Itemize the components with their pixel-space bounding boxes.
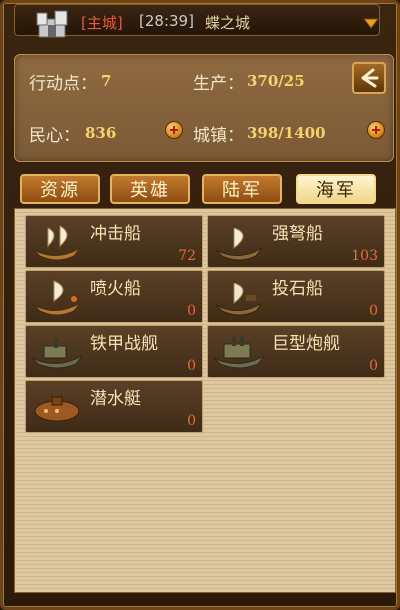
towns-plus-icon[interactable] <box>367 121 385 139</box>
ship-icon <box>33 224 81 261</box>
unit-count: 0 <box>369 303 378 319</box>
warship-icon <box>213 336 265 369</box>
ship-icon <box>215 226 263 261</box>
unit-card[interactable]: 巨型炮舰 0 <box>207 325 385 378</box>
unit-card[interactable]: 投石船 0 <box>207 270 385 323</box>
unit-count: 0 <box>187 303 196 319</box>
morale-value: 836 <box>85 124 117 142</box>
action-points-label: 行动点： <box>29 74 97 94</box>
unit-card[interactable]: 潜水艇 0 <box>25 380 203 433</box>
city-header[interactable]: [主城] [28:39] 蝶之城 <box>14 4 380 38</box>
tab-resources[interactable]: 资源 <box>20 174 100 204</box>
tab-heroes[interactable]: 英雄 <box>110 174 190 204</box>
unit-name: 强弩船 <box>272 224 323 244</box>
unit-count: 0 <box>187 358 196 374</box>
action-points-value: 7 <box>101 72 112 90</box>
city-name: 蝶之城 <box>205 14 251 32</box>
unit-count: 0 <box>369 358 378 374</box>
back-arrow-icon <box>361 68 379 88</box>
collapse-button[interactable] <box>352 62 386 94</box>
unit-name: 喷火船 <box>90 279 141 299</box>
unit-count: 72 <box>178 248 196 264</box>
unit-name: 潜水艇 <box>90 389 141 409</box>
city-timer: [28:39] <box>139 12 194 30</box>
ship-icon <box>33 279 81 316</box>
dropdown-arrow-icon[interactable] <box>363 17 379 29</box>
unit-card[interactable]: 强弩船 103 <box>207 215 385 268</box>
unit-list-area[interactable]: 冲击船 72 强弩船 103 喷火船 0 投石船 0 铁甲战舰 0 巨型炮舰 0… <box>14 208 396 593</box>
castle-icon <box>36 10 68 38</box>
unit-card[interactable]: 喷火船 0 <box>25 270 203 323</box>
city-stats-panel: 行动点： 7 生产： 370/25 民心： 836 城镇： 398/1400 <box>14 54 394 162</box>
submarine-icon <box>34 396 80 422</box>
unit-card[interactable]: 铁甲战舰 0 <box>25 325 203 378</box>
tab-army[interactable]: 陆军 <box>202 174 282 204</box>
unit-name: 投石船 <box>272 279 323 299</box>
unit-name: 巨型炮舰 <box>272 334 340 354</box>
tab-navy[interactable]: 海军 <box>296 174 376 204</box>
warship-icon <box>31 338 83 369</box>
unit-count: 103 <box>351 248 378 264</box>
unit-card[interactable]: 冲击船 72 <box>25 215 203 268</box>
unit-name: 铁甲战舰 <box>90 334 158 354</box>
unit-count: 0 <box>187 413 196 429</box>
morale-label: 民心： <box>29 126 80 146</box>
city-type-tag: [主城] <box>81 14 123 32</box>
production-value: 370/25 <box>247 72 305 90</box>
towns-label: 城镇： <box>193 126 244 146</box>
production-label: 生产： <box>193 74 244 94</box>
morale-plus-icon[interactable] <box>165 121 183 139</box>
ship-icon <box>215 281 263 316</box>
unit-name: 冲击船 <box>90 224 141 244</box>
towns-value: 398/1400 <box>247 124 326 142</box>
